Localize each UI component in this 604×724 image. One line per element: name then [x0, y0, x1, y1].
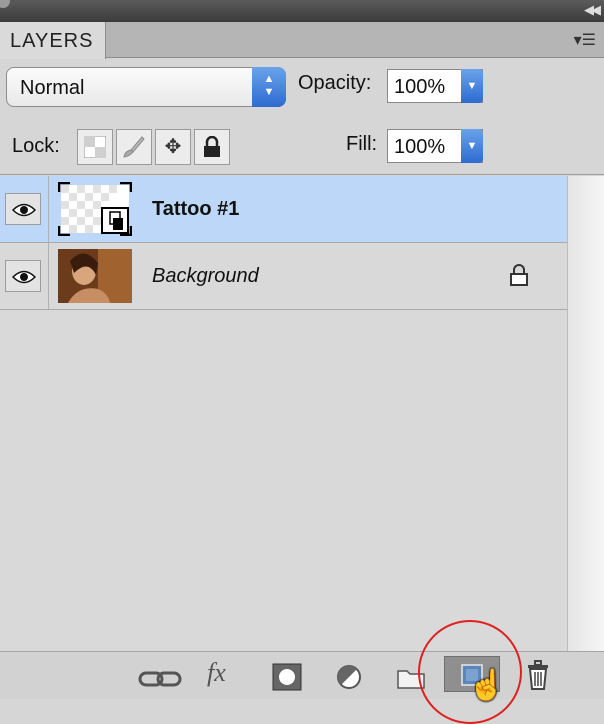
layer-locked-icon [510, 264, 528, 286]
checkerboard-icon [83, 135, 107, 159]
lock-label: Lock: [12, 135, 60, 157]
trash-icon[interactable] [526, 658, 550, 692]
visibility-toggle[interactable] [0, 176, 49, 242]
panel-tab-row: LAYERS ▾☰ [0, 22, 604, 59]
lock-image-pixels-button[interactable] [116, 129, 152, 165]
lock-position-button[interactable]: ✥ [155, 129, 191, 165]
fill-dropdown-icon[interactable]: ▼ [461, 129, 483, 163]
window-close-knob[interactable] [0, 0, 10, 8]
eye-icon[interactable] [5, 193, 41, 225]
layer-row-tattoo[interactable]: Tattoo #1 [0, 176, 567, 243]
layer-name-tattoo[interactable]: Tattoo #1 [152, 198, 239, 221]
opacity-dropdown-icon[interactable]: ▼ [461, 69, 483, 103]
move-arrows-icon: ✥ [164, 136, 182, 158]
padlock-icon [204, 135, 220, 157]
mask-icon[interactable] [272, 660, 302, 694]
fx-icon[interactable]: fx [207, 658, 226, 692]
layer-thumbnail-background[interactable] [58, 249, 132, 303]
blend-mode-value: Normal [20, 77, 85, 99]
layers-list: Tattoo #1 Background [0, 176, 567, 651]
blend-mode-arrows-icon: ▲ ▼ [252, 67, 286, 107]
brush-icon [123, 136, 145, 158]
layer-thumbnail-tattoo[interactable] [58, 182, 132, 236]
layers-scrollbar[interactable] [567, 176, 604, 651]
adjustment-icon[interactable] [336, 661, 366, 695]
tab-layers[interactable]: LAYERS [0, 22, 106, 59]
panel-title-bar: ◀◀ [0, 0, 604, 22]
layer-name-background[interactable]: Background [152, 265, 259, 288]
lock-all-button[interactable] [194, 129, 230, 165]
opacity-field[interactable]: 100% ▼ [387, 69, 483, 103]
fill-field[interactable]: 100% ▼ [387, 129, 483, 163]
opacity-label: Opacity: [298, 72, 372, 94]
lock-transparent-pixels-button[interactable] [77, 129, 113, 165]
opacity-value: 100% [394, 76, 446, 98]
layer-row-background[interactable]: Background [0, 243, 567, 310]
link-icon[interactable] [138, 662, 182, 696]
blend-mode-select[interactable]: Normal ▲ ▼ [6, 67, 286, 107]
panel-menu-icon[interactable]: ▾☰ [574, 30, 596, 50]
hand-cursor-icon: ☝ [468, 669, 506, 702]
fill-label: Fill: [346, 133, 378, 155]
divider [0, 174, 604, 175]
collapse-panel-icon[interactable]: ◀◀ [584, 2, 601, 18]
eye-icon[interactable] [5, 260, 41, 292]
fill-value: 100% [394, 136, 446, 158]
visibility-toggle[interactable] [0, 243, 49, 309]
